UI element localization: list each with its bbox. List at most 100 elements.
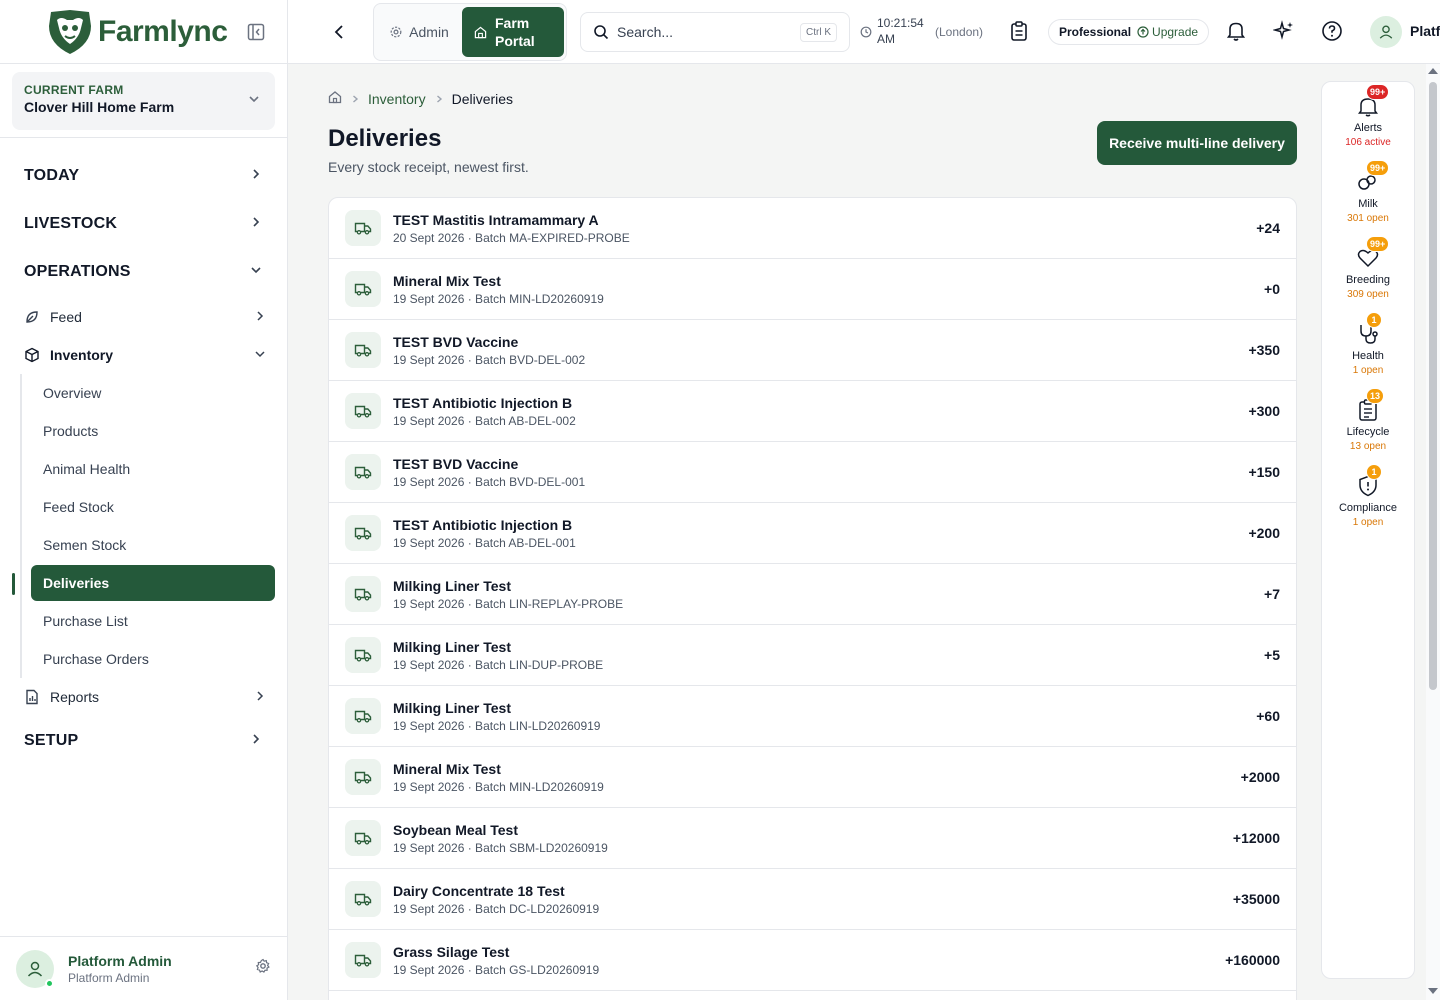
delivery-row[interactable]: Milking Liner Test 19 Sept 2026 · Batch L… bbox=[329, 625, 1296, 686]
delivery-row[interactable]: TEST BVD Vaccine 19 Sept 2026 · Batch BVD… bbox=[329, 320, 1296, 381]
breadcrumb-inventory[interactable]: Inventory bbox=[368, 91, 426, 107]
gear-icon[interactable] bbox=[255, 958, 271, 979]
receive-multi-line-delivery-button[interactable]: Receive multi-line delivery bbox=[1097, 121, 1297, 165]
delivery-product-name: TEST Mastitis Intramammary A bbox=[393, 211, 599, 228]
nav-item-feed[interactable]: Feed bbox=[0, 298, 287, 336]
rail-label: Milk bbox=[1358, 198, 1378, 210]
delivery-row[interactable]: Grass Silage Test 19 Sept 2026 · Batch GS… bbox=[329, 930, 1296, 991]
inventory-submenu: Overview Products Animal Health Feed Sto… bbox=[12, 374, 287, 678]
nav-section-livestock[interactable]: LIVESTOCK bbox=[0, 200, 287, 248]
delivery-quantity: +60 bbox=[1256, 708, 1280, 724]
nav-item-inventory[interactable]: Inventory bbox=[0, 336, 287, 374]
delivery-row[interactable]: Mineral Mix Test 19 Sept 2026 · Batch MIN… bbox=[329, 259, 1296, 320]
search-input[interactable]: Search... Ctrl K bbox=[580, 12, 850, 52]
chevron-right-icon bbox=[350, 91, 360, 107]
app-name: Farmlync bbox=[98, 14, 228, 48]
truck-icon bbox=[345, 881, 381, 917]
chevron-right-icon bbox=[253, 309, 267, 326]
clipboard-icon[interactable] bbox=[1009, 20, 1029, 47]
avatar[interactable] bbox=[1370, 16, 1402, 48]
delivery-row[interactable]: TEST Antibiotic Injection B 19 Sept 2026 … bbox=[329, 381, 1296, 442]
sidebar-item-overview[interactable]: Overview bbox=[22, 374, 275, 412]
rail-item-health[interactable]: 1 Health 1 open bbox=[1322, 310, 1414, 386]
rail-label: Lifecycle bbox=[1346, 426, 1390, 438]
scrollbar-thumb[interactable] bbox=[1429, 82, 1437, 690]
delivery-row[interactable]: Milking Liner Test 19 Sept 2026 · Batch L… bbox=[329, 686, 1296, 747]
admin-portal-button[interactable]: Admin bbox=[376, 24, 462, 40]
milk-icon: 99+ bbox=[1356, 160, 1390, 194]
sidebar-item-purchase-orders[interactable]: Purchase Orders bbox=[22, 640, 275, 678]
rail-badge: 13 bbox=[1366, 388, 1385, 404]
back-arrow-icon[interactable] bbox=[330, 21, 348, 48]
truck-icon bbox=[345, 759, 381, 795]
delivery-quantity: +200 bbox=[1248, 525, 1280, 541]
sidebar-item-deliveries[interactable]: Deliveries bbox=[31, 565, 275, 601]
delivery-row[interactable]: Dairy Concentrate 18 Test 19 Sept 2026 · … bbox=[329, 869, 1296, 930]
bell-icon: 99+ bbox=[1356, 84, 1390, 118]
rail-label: Compliance bbox=[1338, 502, 1398, 514]
bell-icon[interactable] bbox=[1226, 20, 1246, 47]
topbar: Admin Farm Portal Search... Ctrl K 10:21… bbox=[288, 0, 1440, 64]
breadcrumb-current: Deliveries bbox=[451, 90, 514, 107]
sidebar-item-animal-health[interactable]: Animal Health bbox=[22, 450, 275, 488]
avatar[interactable] bbox=[16, 949, 54, 988]
sidebar-item-purchase-list[interactable]: Purchase List bbox=[22, 602, 275, 640]
delivery-row[interactable]: TEST BVD Vaccine 19 Sept 2026 · Batch BVD… bbox=[329, 442, 1296, 503]
rail-badge: 1 bbox=[1366, 312, 1382, 328]
chevron-down-icon bbox=[247, 92, 261, 111]
delivery-quantity: +35000 bbox=[1232, 891, 1280, 907]
delivery-row[interactable]: Soybean Meal Test 19 Sept 2026 · Batch SB… bbox=[329, 808, 1296, 869]
rail-badge: 99+ bbox=[1366, 160, 1390, 176]
rail-item-lifecycle[interactable]: 13 Lifecycle 13 open bbox=[1322, 386, 1414, 462]
breadcrumb: Inventory Deliveries bbox=[328, 90, 513, 107]
rail-count: 1 open bbox=[1352, 517, 1384, 528]
search-placeholder: Search... bbox=[617, 24, 674, 40]
upgrade-link[interactable]: Upgrade bbox=[1137, 25, 1198, 39]
delivery-date-batch: 19 Sept 2026 · Batch AB-DEL-001 bbox=[393, 535, 576, 550]
rail-item-alerts[interactable]: 99+ Alerts 106 active bbox=[1322, 82, 1414, 158]
box-icon bbox=[24, 347, 40, 363]
sidebar-item-products[interactable]: Products bbox=[22, 412, 275, 450]
delivery-date-batch: 19 Sept 2026 · Batch LIN-REPLAY-PROBE bbox=[393, 596, 624, 611]
delivery-row[interactable]: TEST Mastitis Intramammary A 20 Sept 2026… bbox=[329, 198, 1296, 259]
current-farm-selector[interactable]: CURRENT FARM Clover Hill Home Farm bbox=[12, 72, 275, 130]
rail-item-milk[interactable]: 99+ Milk 301 open bbox=[1322, 158, 1414, 234]
rail-item-compliance[interactable]: 1 Compliance 1 open bbox=[1322, 462, 1414, 538]
scroll-down-arrow-icon[interactable] bbox=[1428, 988, 1438, 994]
delivery-product-name: Milking Liner Test bbox=[393, 638, 511, 655]
user-name: Platform Admin bbox=[68, 952, 172, 969]
delivery-date-batch: 19 Sept 2026 · Batch SBM-LD20260919 bbox=[393, 840, 608, 855]
delivery-row[interactable]: Milking Liner Test 19 Sept 2026 · Batch L… bbox=[329, 564, 1296, 625]
farm-portal-button[interactable]: Farm Portal bbox=[462, 7, 564, 57]
delivery-row[interactable]: Mineral Mix Test 19 Sept 2026 · Batch MIN… bbox=[329, 747, 1296, 808]
sidebar-collapse-icon[interactable] bbox=[245, 21, 267, 43]
nav-section-label: SETUP bbox=[24, 732, 79, 749]
chevron-right-icon bbox=[249, 167, 263, 186]
stethoscope-icon: 1 bbox=[1356, 312, 1382, 346]
scroll-up-arrow-icon[interactable] bbox=[1428, 68, 1438, 74]
topbar-user-name[interactable]: Platf bbox=[1410, 23, 1440, 39]
plan-name: Professional bbox=[1059, 25, 1132, 39]
chevron-down-icon bbox=[249, 263, 263, 282]
nav-section-operations[interactable]: OPERATIONS bbox=[0, 248, 287, 296]
truck-icon bbox=[345, 210, 381, 246]
delivery-row[interactable]: TEST Antibiotic Injection B 19 Sept 2026 … bbox=[329, 503, 1296, 564]
nav-item-reports[interactable]: Reports bbox=[0, 678, 287, 716]
sidebar-item-semen-stock[interactable]: Semen Stock bbox=[22, 526, 275, 564]
delivery-product-name: TEST BVD Vaccine bbox=[393, 333, 519, 350]
rail-item-breeding[interactable]: 99+ Breeding 309 open bbox=[1322, 234, 1414, 310]
gear-icon bbox=[390, 26, 402, 38]
shield-icon: 1 bbox=[1356, 464, 1382, 498]
nav-section-today[interactable]: TODAY bbox=[0, 152, 287, 200]
help-icon[interactable] bbox=[1321, 20, 1343, 47]
sidebar-item-feed-stock[interactable]: Feed Stock bbox=[22, 488, 275, 526]
truck-icon bbox=[345, 515, 381, 551]
nav-section-setup[interactable]: SETUP bbox=[0, 716, 287, 766]
rail-count: 1 open bbox=[1352, 365, 1384, 376]
truck-icon bbox=[345, 698, 381, 734]
rail-count: 106 active bbox=[1345, 137, 1391, 148]
nav-section-label: TODAY bbox=[24, 167, 80, 184]
rail-count: 301 open bbox=[1347, 213, 1389, 224]
sparkles-icon[interactable] bbox=[1272, 20, 1295, 47]
home-icon[interactable] bbox=[328, 90, 342, 107]
